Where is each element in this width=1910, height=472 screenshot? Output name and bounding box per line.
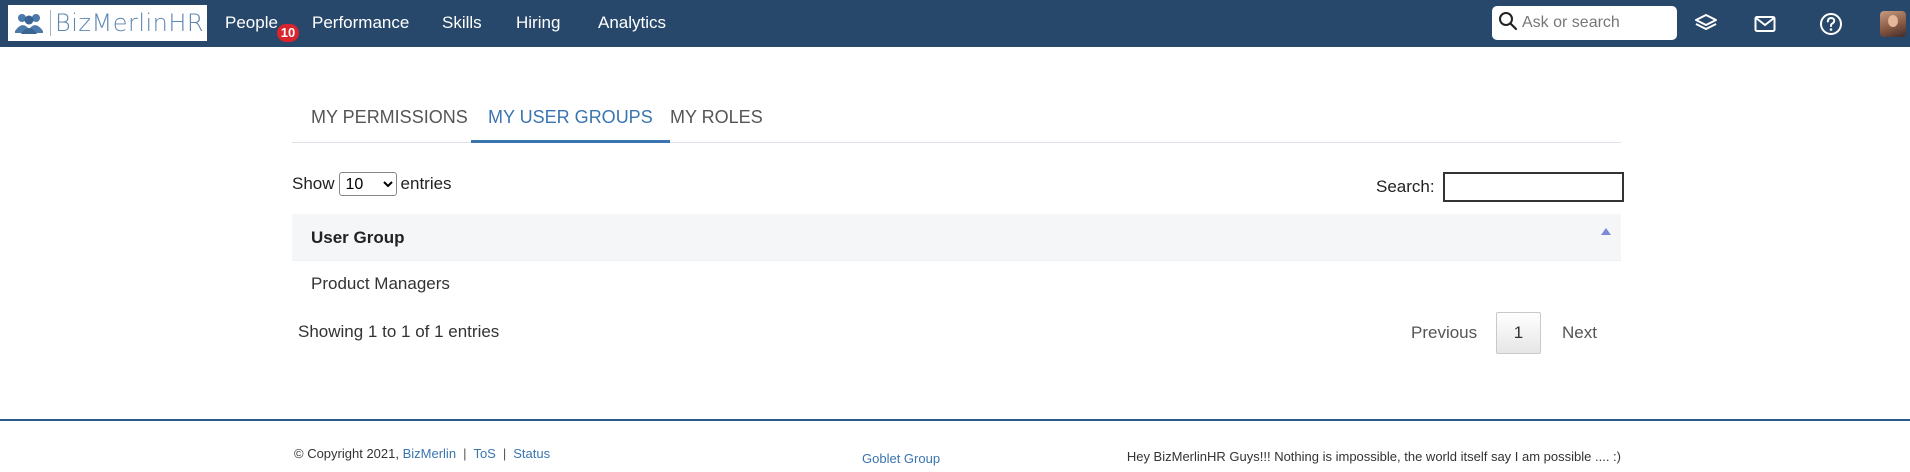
table-row[interactable]: Product Managers bbox=[292, 261, 1621, 308]
nav-item-people[interactable]: People 10 bbox=[225, 0, 299, 47]
mail-icon[interactable] bbox=[1752, 11, 1778, 37]
nav-item-performance[interactable]: Performance bbox=[312, 0, 409, 47]
table-search-label: Search: bbox=[1376, 177, 1435, 196]
nav-item-label: People bbox=[225, 13, 278, 32]
footer-message: Hey BizMerlinHR Guys!!! Nothing is impos… bbox=[1126, 449, 1621, 464]
footer-separator: | bbox=[463, 446, 467, 461]
tab-my-permissions[interactable]: MY PERMISSIONS bbox=[311, 95, 468, 143]
global-search[interactable] bbox=[1492, 6, 1677, 40]
top-navbar: BizMerlinHR People 10 Performance Skills… bbox=[0, 0, 1910, 47]
tos-link[interactable]: ToS bbox=[473, 446, 495, 461]
notification-badge: 10 bbox=[277, 24, 299, 42]
page-length-select[interactable]: 10 25 50 100 bbox=[338, 172, 397, 196]
people-group-icon bbox=[12, 9, 46, 37]
help-icon[interactable] bbox=[1818, 11, 1844, 37]
tab-my-roles[interactable]: MY ROLES bbox=[670, 95, 763, 143]
nav-item-hiring[interactable]: Hiring bbox=[516, 0, 560, 47]
nav-item-skills[interactable]: Skills bbox=[442, 0, 482, 47]
brand-logo[interactable]: BizMerlinHR bbox=[8, 5, 207, 41]
footer-separator: | bbox=[502, 446, 507, 461]
table-cell: Product Managers bbox=[311, 274, 450, 293]
table-header[interactable]: User Group bbox=[292, 214, 1621, 261]
nav-item-label: Hiring bbox=[516, 13, 561, 32]
nav-item-label: Performance bbox=[312, 13, 410, 32]
page-button-1[interactable]: 1 bbox=[1496, 312, 1541, 354]
next-button[interactable]: Next bbox=[1562, 323, 1597, 343]
page-length-control: Show 10 25 50 100 entries bbox=[292, 172, 452, 196]
entries-label: entries bbox=[400, 174, 452, 193]
brand-divider bbox=[50, 10, 51, 36]
tab-my-user-groups[interactable]: MY USER GROUPS bbox=[471, 95, 670, 143]
company-link[interactable]: BizMerlin bbox=[403, 446, 456, 461]
footer-copyright: © Copyright 2021, BizMerlin | ToS | Status bbox=[294, 446, 550, 461]
nav-item-analytics[interactable]: Analytics bbox=[598, 0, 666, 47]
status-link[interactable]: Status bbox=[513, 446, 550, 461]
layers-icon[interactable] bbox=[1693, 11, 1719, 37]
nav-item-label: Analytics bbox=[598, 13, 667, 32]
search-icon bbox=[1498, 11, 1518, 36]
nav-item-label: Skills bbox=[442, 13, 482, 32]
footer-divider bbox=[0, 419, 1910, 421]
avatar[interactable] bbox=[1880, 11, 1906, 37]
table-search-control: Search: bbox=[1376, 172, 1624, 202]
column-header-user-group[interactable]: User Group bbox=[311, 228, 405, 248]
user-groups-table: User Group Product Managers bbox=[292, 214, 1621, 308]
table-search-input[interactable] bbox=[1442, 172, 1624, 202]
brand-name: BizMerlinHR bbox=[55, 9, 205, 37]
goblet-group-link[interactable]: Goblet Group bbox=[862, 451, 940, 466]
sort-ascending-icon[interactable] bbox=[1601, 228, 1611, 235]
show-label: Show bbox=[292, 174, 335, 193]
permissions-tabs: MY PERMISSIONS MY USER GROUPS MY ROLES bbox=[292, 95, 1621, 143]
previous-button[interactable]: Previous bbox=[1411, 323, 1477, 343]
copyright-text: © Copyright 2021, bbox=[294, 446, 403, 461]
table-info: Showing 1 to 1 of 1 entries bbox=[298, 322, 500, 341]
global-search-input[interactable] bbox=[1522, 14, 1672, 32]
